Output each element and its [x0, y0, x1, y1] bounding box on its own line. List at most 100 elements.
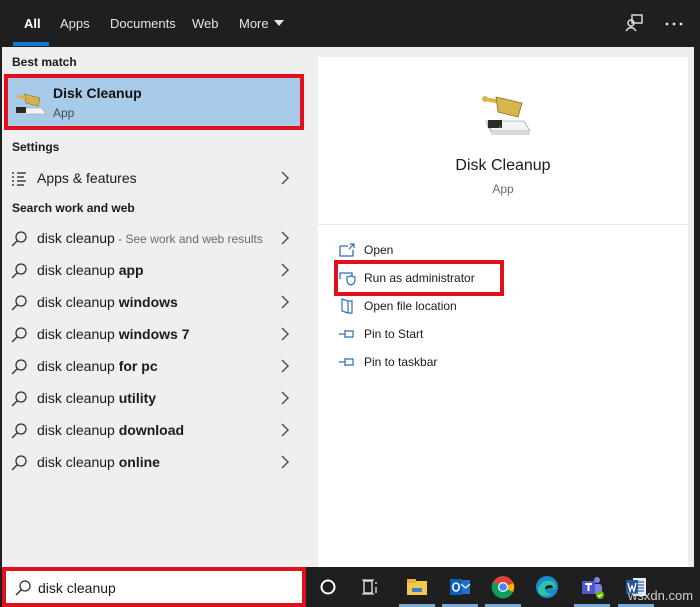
chevron-right-icon [281, 423, 290, 437]
caret-down-icon [273, 20, 284, 26]
suggestion-text: disk cleanup windows 7 [37, 326, 190, 342]
detail-panel-container: Disk Cleanup App Open Run as administrat… [306, 47, 694, 567]
disk-cleanup-icon [482, 96, 531, 135]
search-icon [15, 580, 31, 596]
chevron-right-icon [281, 295, 290, 309]
suggestion-completion: online [118, 454, 160, 470]
suggestion-prefix: disk cleanup [37, 454, 119, 470]
action-label: Pin to Start [364, 327, 424, 341]
suggestion-text: disk cleanup online [37, 454, 160, 470]
action-label: Open [364, 243, 394, 257]
best-match-title: Disk Cleanup [53, 85, 142, 101]
pin-icon [339, 330, 354, 338]
file-location-icon [341, 298, 353, 314]
web-suggestion-item[interactable]: disk cleanup for pc [2, 350, 306, 382]
shield-icon [339, 272, 356, 286]
task-view-icon[interactable] [356, 573, 384, 601]
web-suggestion-item[interactable]: disk cleanup - See work and web results [2, 222, 306, 254]
suggestion-text: disk cleanup app [37, 262, 144, 278]
best-match-heading: Best match [12, 55, 77, 69]
list-icon [12, 172, 26, 186]
suggestion-completion: windows [118, 294, 178, 310]
web-suggestion-item[interactable]: disk cleanup download [2, 414, 306, 446]
search-icon [11, 231, 27, 247]
search-icon [11, 263, 27, 279]
file-explorer-icon[interactable] [403, 573, 431, 601]
best-match-item[interactable]: Disk Cleanup App [4, 74, 304, 130]
settings-item-label: Apps & features [37, 170, 137, 186]
action-label: Pin to taskbar [364, 355, 438, 369]
tab-documents[interactable]: Documents [110, 16, 176, 31]
best-match-subtitle: App [53, 106, 75, 120]
search-icon [11, 391, 27, 407]
tab-apps[interactable]: Apps [60, 16, 90, 31]
chevron-right-icon [281, 263, 290, 277]
search-scope-bar: All Apps Documents Web More [0, 0, 700, 47]
web-suggestion-item[interactable]: disk cleanup utility [2, 382, 306, 414]
action-open-file-location[interactable]: Open file location [318, 294, 688, 320]
suggestion-prefix: disk cleanup [37, 358, 119, 374]
search-input[interactable] [38, 577, 298, 599]
chevron-right-icon [281, 391, 290, 405]
teams-icon[interactable] [578, 573, 606, 601]
action-run-as-administrator[interactable]: Run as administrator [318, 266, 688, 292]
web-suggestion-item[interactable]: disk cleanup online [2, 446, 306, 478]
suggestion-text: disk cleanup download [37, 422, 184, 438]
more-options-icon[interactable] [663, 12, 685, 34]
results-panel: Best match Disk Cleanup App Settings App… [2, 47, 306, 567]
edge-icon[interactable] [533, 573, 561, 601]
search-icon [11, 295, 27, 311]
web-suggestion-item[interactable]: disk cleanup windows 7 [2, 318, 306, 350]
action-pin-to-start[interactable]: Pin to Start [318, 322, 688, 348]
chevron-right-icon [281, 327, 290, 341]
cortana-icon[interactable] [314, 573, 342, 601]
suggestion-prefix: disk cleanup [37, 390, 119, 406]
action-open[interactable]: Open [318, 238, 688, 264]
settings-heading: Settings [12, 140, 60, 154]
search-web-heading: Search work and web [12, 201, 135, 215]
action-label: Open file location [364, 299, 457, 313]
tab-all[interactable]: All [24, 16, 41, 31]
tab-more[interactable]: More [239, 16, 284, 31]
feedback-icon[interactable] [623, 12, 645, 34]
search-icon [11, 455, 27, 471]
suggestion-prefix: disk cleanup [37, 422, 119, 438]
suggestion-prefix: disk cleanup [37, 230, 115, 246]
chrome-icon[interactable] [489, 573, 517, 601]
watermark: wsxdn.com [628, 588, 694, 603]
chevron-right-icon [281, 455, 290, 469]
suggestion-prefix: disk cleanup [37, 262, 119, 278]
detail-panel: Disk Cleanup App Open Run as administrat… [318, 57, 688, 567]
suggestion-hint: - See work and web results [114, 232, 263, 246]
active-tab-indicator [13, 42, 49, 46]
disk-cleanup-icon [16, 93, 47, 115]
open-icon [339, 243, 355, 257]
suggestion-completion: windows 7 [118, 326, 190, 342]
web-suggestion-item[interactable]: disk cleanup app [2, 254, 306, 286]
suggestion-completion: app [118, 262, 144, 278]
suggestion-completion: utility [118, 390, 157, 406]
search-box [2, 567, 306, 607]
web-suggestion-item[interactable]: disk cleanup windows [2, 286, 306, 318]
detail-subtitle: App [492, 182, 514, 196]
action-pin-to-taskbar[interactable]: Pin to taskbar [318, 350, 688, 376]
search-icon [11, 327, 27, 343]
suggestion-text: disk cleanup for pc [37, 358, 158, 374]
suggestion-text: disk cleanup windows [37, 294, 178, 310]
settings-item-apps-features[interactable]: Apps & features [2, 162, 306, 194]
suggestion-prefix: disk cleanup [37, 326, 119, 342]
chevron-right-icon [281, 231, 290, 245]
chevron-right-icon [281, 171, 290, 185]
action-label: Run as administrator [364, 271, 475, 285]
pin-icon [339, 358, 354, 366]
suggestion-completion: download [118, 422, 185, 438]
suggestion-text: disk cleanup utility [37, 390, 156, 406]
tab-web[interactable]: Web [192, 16, 219, 31]
search-icon [11, 423, 27, 439]
suggestion-text: disk cleanup - See work and web results [37, 230, 263, 246]
search-icon [11, 359, 27, 375]
divider [318, 224, 688, 225]
outlook-icon[interactable] [446, 573, 474, 601]
tab-more-label: More [239, 16, 269, 31]
detail-title: Disk Cleanup [455, 157, 551, 174]
